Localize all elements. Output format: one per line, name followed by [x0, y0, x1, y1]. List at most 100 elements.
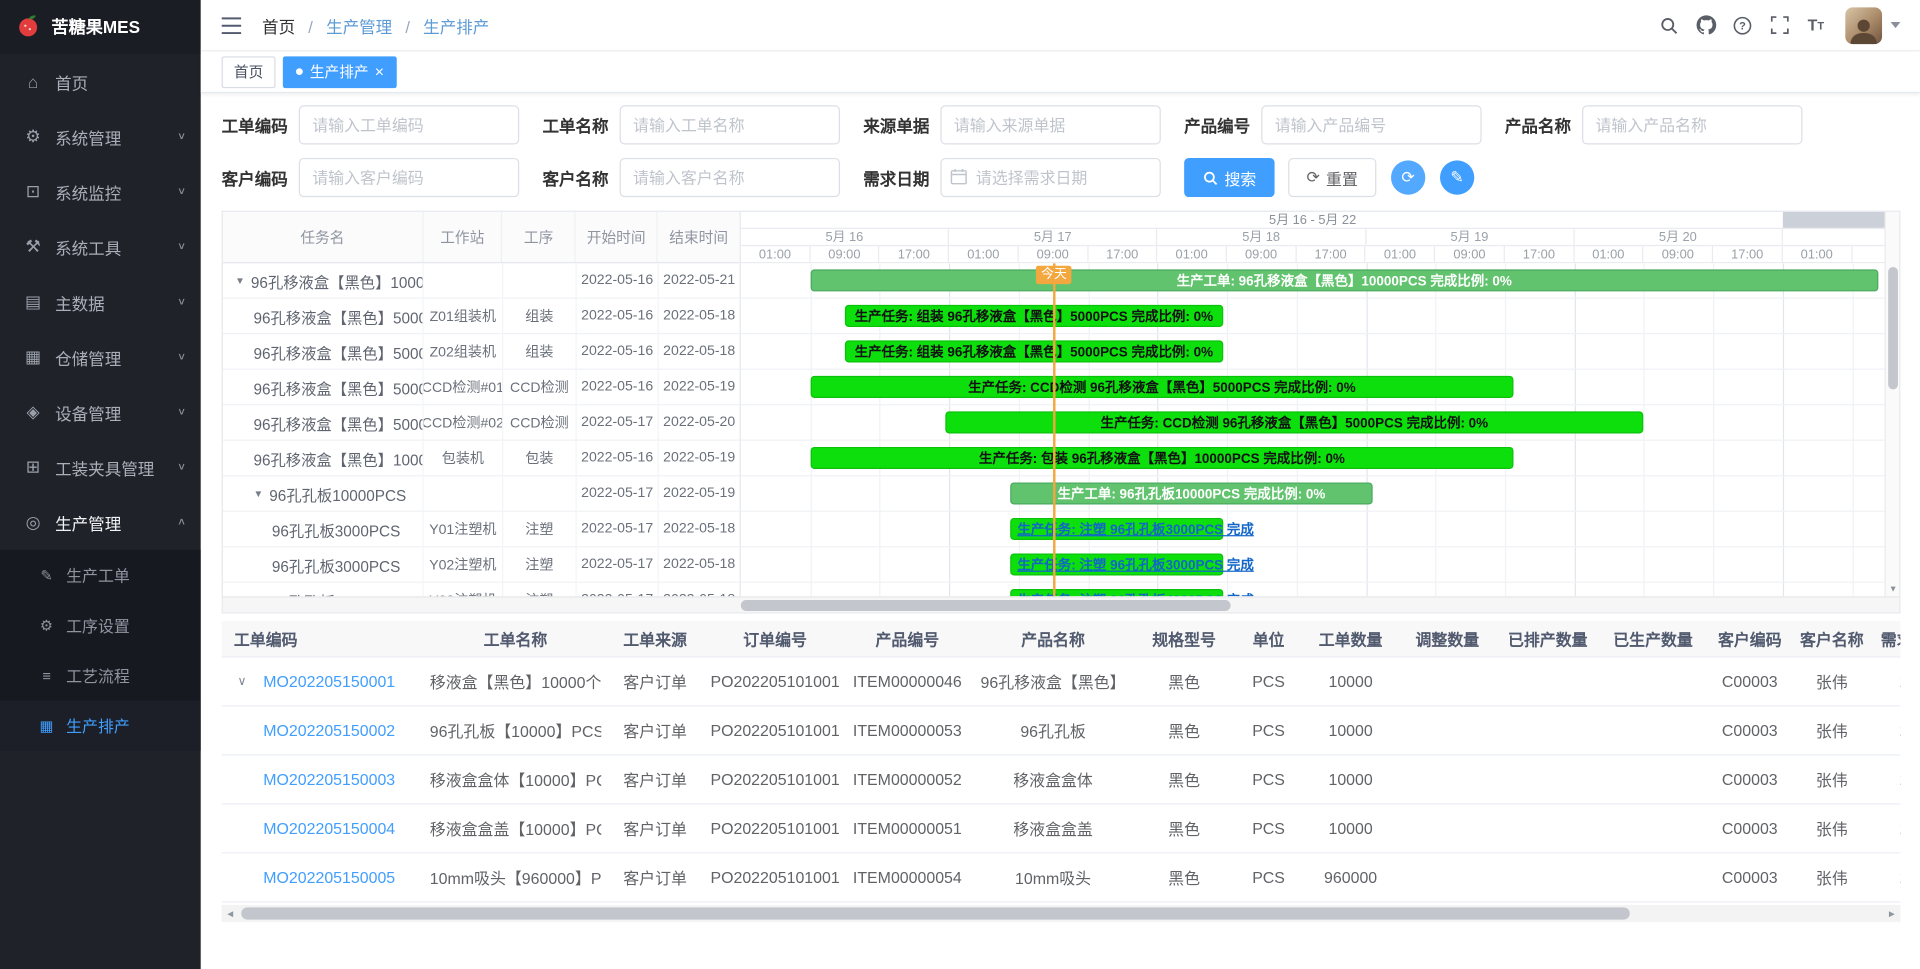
gantt-bar-task[interactable]: 生产任务: 包装 96孔移液盒【黑色】10000PCS 完成比例: 0% — [810, 447, 1513, 469]
table-horizontal-scrollbar[interactable]: ◄ ► — [222, 905, 1901, 922]
scroll-left-icon[interactable]: ◄ — [222, 905, 239, 922]
sidebar-item-work-order[interactable]: ✎生产工单 — [0, 550, 201, 600]
row-expand-icon[interactable]: ∨ — [238, 675, 247, 688]
table-row[interactable]: MO202205150003移液盒盒体【10000】PCS客户订单PO20220… — [222, 756, 1901, 805]
tab-scheduling[interactable]: 生产排产 × — [283, 56, 396, 88]
gantt-horizontal-scrollbar[interactable] — [223, 596, 1899, 612]
tab-home[interactable]: 首页 — [222, 56, 276, 88]
sidebar-item-monitor[interactable]: ⊡系统监控∨ — [0, 164, 201, 219]
gantt-grid-row[interactable]: 96孔移液盒【黑色】5000PCSCCD检测#02CCD检测2022-05-17… — [223, 405, 740, 441]
gantt-bar-task[interactable]: 生产任务: 组装 96孔移液盒【黑色】5000PCS 完成比例: 0% — [845, 340, 1223, 362]
cell-unit: PCS — [1236, 868, 1302, 886]
product-no-input[interactable] — [1261, 105, 1481, 144]
gantt-bar-work-order[interactable]: 生产工单: 96孔孔板10000PCS 完成比例: 0% — [1010, 482, 1373, 504]
gantt-grid-row[interactable]: 96孔移液盒【黑色】5000PCSCCD检测#01CCD检测2022-05-16… — [223, 370, 740, 406]
gantt-bar-work-order[interactable]: 生产工单: 96孔移液盒【黑色】10000PCS 完成比例: 0% — [810, 269, 1878, 291]
sidebar-item-fixture[interactable]: ⊞工装夹具管理∨ — [0, 440, 201, 495]
table-row[interactable]: MO20220515000296孔孔板【10000】PCS客户订单PO20220… — [222, 707, 1901, 756]
sidebar-item-warehouse[interactable]: ▦仓储管理∨ — [0, 329, 201, 384]
gantt-grid-row[interactable]: 96孔移液盒【黑色】10000PCS包装机包装2022-05-162022-05… — [223, 441, 740, 477]
tools-icon: ⚒ — [22, 236, 44, 257]
customer-code-input[interactable] — [299, 158, 519, 197]
gantt-workstation — [424, 263, 504, 297]
work-order-link[interactable]: MO202205150002 — [263, 721, 395, 739]
gantt-chart-row: 生产工单: 96孔孔板10000PCS 完成比例: 0% — [741, 476, 1885, 512]
work-order-link[interactable]: MO202205150004 — [263, 819, 395, 837]
cell-qty: 10000 — [1302, 721, 1400, 739]
gantt-vertical-scrollbar[interactable]: ▼ — [1884, 212, 1899, 596]
work-order-link[interactable]: MO202205150005 — [263, 868, 395, 886]
gantt-grid-row[interactable]: 96孔孔板4000PCSY03注塑机注塑2022-05-172022-05-18 — [223, 583, 740, 596]
scroll-right-icon[interactable]: ► — [1883, 905, 1900, 922]
breadcrumb-production[interactable]: 生产管理 — [326, 18, 392, 36]
scrollbar-thumb[interactable] — [1888, 267, 1898, 389]
sidebar-item-production[interactable]: ◎生产管理∧ — [0, 495, 201, 550]
sidebar-item-label: 生产工单 — [66, 563, 130, 586]
collapse-sidebar-icon[interactable] — [218, 12, 245, 39]
search-icon[interactable] — [1652, 8, 1686, 42]
tree-expand-icon[interactable]: ▼ — [253, 488, 263, 499]
scrollbar-thumb[interactable] — [241, 907, 1630, 919]
work-order-link[interactable]: MO202205150001 — [263, 672, 395, 690]
gantt-grid-row[interactable]: 96孔移液盒【黑色】5000PCSZ02组装机组装2022-05-162022-… — [223, 334, 740, 370]
github-icon[interactable] — [1689, 8, 1723, 42]
timeline-hour-label: 17:00 — [1505, 246, 1574, 262]
sidebar-item-scheduling[interactable]: ▦生产排产 — [0, 700, 201, 750]
scroll-down-icon[interactable]: ▼ — [1886, 585, 1901, 594]
gantt-bar-task[interactable]: 生产任务: CCD检测 96孔移液盒【黑色】5000PCS 完成比例: 0% — [945, 411, 1644, 433]
breadcrumb-scheduling[interactable]: 生产排产 — [423, 18, 489, 36]
gantt-task-name: ▼96孔孔板10000PCS — [223, 476, 424, 510]
search-button[interactable]: 搜索 — [1184, 158, 1275, 197]
sidebar-item-process-flow[interactable]: ≡工艺流程 — [0, 650, 201, 700]
sidebar-item-tools[interactable]: ⚒系统工具∨ — [0, 219, 201, 274]
source-doc-input[interactable] — [940, 105, 1160, 144]
sidebar-item-master-data[interactable]: ▤主数据∨ — [0, 274, 201, 329]
customer-name-input[interactable] — [620, 158, 840, 197]
tree-expand-icon[interactable]: ▼ — [235, 275, 245, 286]
gantt-bar-task[interactable]: 生产任务: 组装 96孔移液盒【黑色】5000PCS 完成比例: 0% — [845, 305, 1223, 327]
demand-date-input[interactable] — [940, 158, 1160, 197]
gantt-bar-task[interactable]: 生产任务: 注塑 96孔孔板4000PCS 完成 — [1010, 589, 1223, 596]
chevron-down-icon[interactable] — [1891, 22, 1901, 28]
close-icon[interactable]: × — [375, 64, 384, 80]
production-icon: ◎ — [22, 512, 44, 533]
gantt-grid-row[interactable]: 96孔移液盒【黑色】5000PCSZ01组装机组装2022-05-162022-… — [223, 299, 740, 335]
fullscreen-icon[interactable] — [1762, 8, 1796, 42]
gantt-workstation: CCD检测#02 — [424, 405, 504, 439]
gantt-start-time: 2022-05-16 — [577, 263, 659, 297]
gantt-grid-row[interactable]: 96孔孔板3000PCSY01注塑机注塑2022-05-172022-05-18 — [223, 512, 740, 548]
breadcrumb-home[interactable]: 首页 — [262, 18, 295, 36]
user-avatar[interactable] — [1845, 7, 1882, 44]
work-order-name-input[interactable] — [620, 105, 840, 144]
font-size-icon[interactable]: TT — [1799, 8, 1833, 42]
gantt-start-time: 2022-05-17 — [577, 547, 659, 581]
gantt-grid-row[interactable]: ▼96孔移液盒【黑色】10000PCS2022-05-162022-05-21 — [223, 263, 740, 299]
sidebar-item-process-settings[interactable]: ⚙工序设置 — [0, 600, 201, 650]
scrollbar-thumb[interactable] — [741, 600, 1231, 611]
gantt-grid-row[interactable]: ▼96孔孔板10000PCS2022-05-172022-05-19 — [223, 476, 740, 512]
sidebar-item-equipment[interactable]: ◈设备管理∨ — [0, 384, 201, 439]
cell-product-name: 96孔孔板 — [973, 719, 1132, 742]
reset-button[interactable]: ⟳ 重置 — [1288, 158, 1376, 197]
table-row[interactable]: MO20220515000510mm吸头【960000】PCS客户订单PO202… — [222, 853, 1901, 902]
gantt-bar-task[interactable]: 生产任务: 注塑 96孔孔板3000PCS 完成 — [1010, 518, 1223, 540]
edit-gantt-button[interactable]: ✎ — [1440, 160, 1474, 194]
work-order-code-input[interactable] — [299, 105, 519, 144]
table-row[interactable]: ∨MO202205150001移液盒【黑色】10000个客户订单PO202205… — [222, 658, 1901, 707]
sidebar-menu: ⌂首页⚙系统管理∨⊡系统监控∨⚒系统工具∨▤主数据∨▦仓储管理∨◈设备管理∨⊞工… — [0, 54, 201, 751]
gantt-chart-row: 生产工单: 96孔移液盒【黑色】10000PCS 完成比例: 0% — [741, 263, 1885, 299]
cell-order-no: PO202205101001 — [709, 672, 841, 690]
work-order-link[interactable]: MO202205150003 — [263, 770, 395, 788]
table-row[interactable]: MO202205150004移液盒盒盖【10000】PCS客户订单PO20220… — [222, 804, 1901, 853]
gantt-column-header: 开始时间 — [576, 212, 658, 262]
timeline-hour-label: 17:00 — [1088, 246, 1157, 262]
sidebar-item-home[interactable]: ⌂首页 — [0, 54, 201, 109]
product-name-input[interactable] — [1582, 105, 1802, 144]
gantt-bar-task[interactable]: 生产任务: CCD检测 96孔移液盒【黑色】5000PCS 完成比例: 0% — [810, 376, 1513, 398]
gantt-bar-task[interactable]: 生产任务: 注塑 96孔孔板3000PCS 完成 — [1010, 553, 1223, 575]
help-icon[interactable]: ? — [1725, 8, 1759, 42]
timeline-hour-label: 01:00 — [741, 246, 810, 262]
refresh-gantt-button[interactable]: ⟳ — [1391, 160, 1425, 194]
sidebar-item-system[interactable]: ⚙系统管理∨ — [0, 109, 201, 164]
gantt-grid-row[interactable]: 96孔孔板3000PCSY02注塑机注塑2022-05-172022-05-18 — [223, 547, 740, 583]
